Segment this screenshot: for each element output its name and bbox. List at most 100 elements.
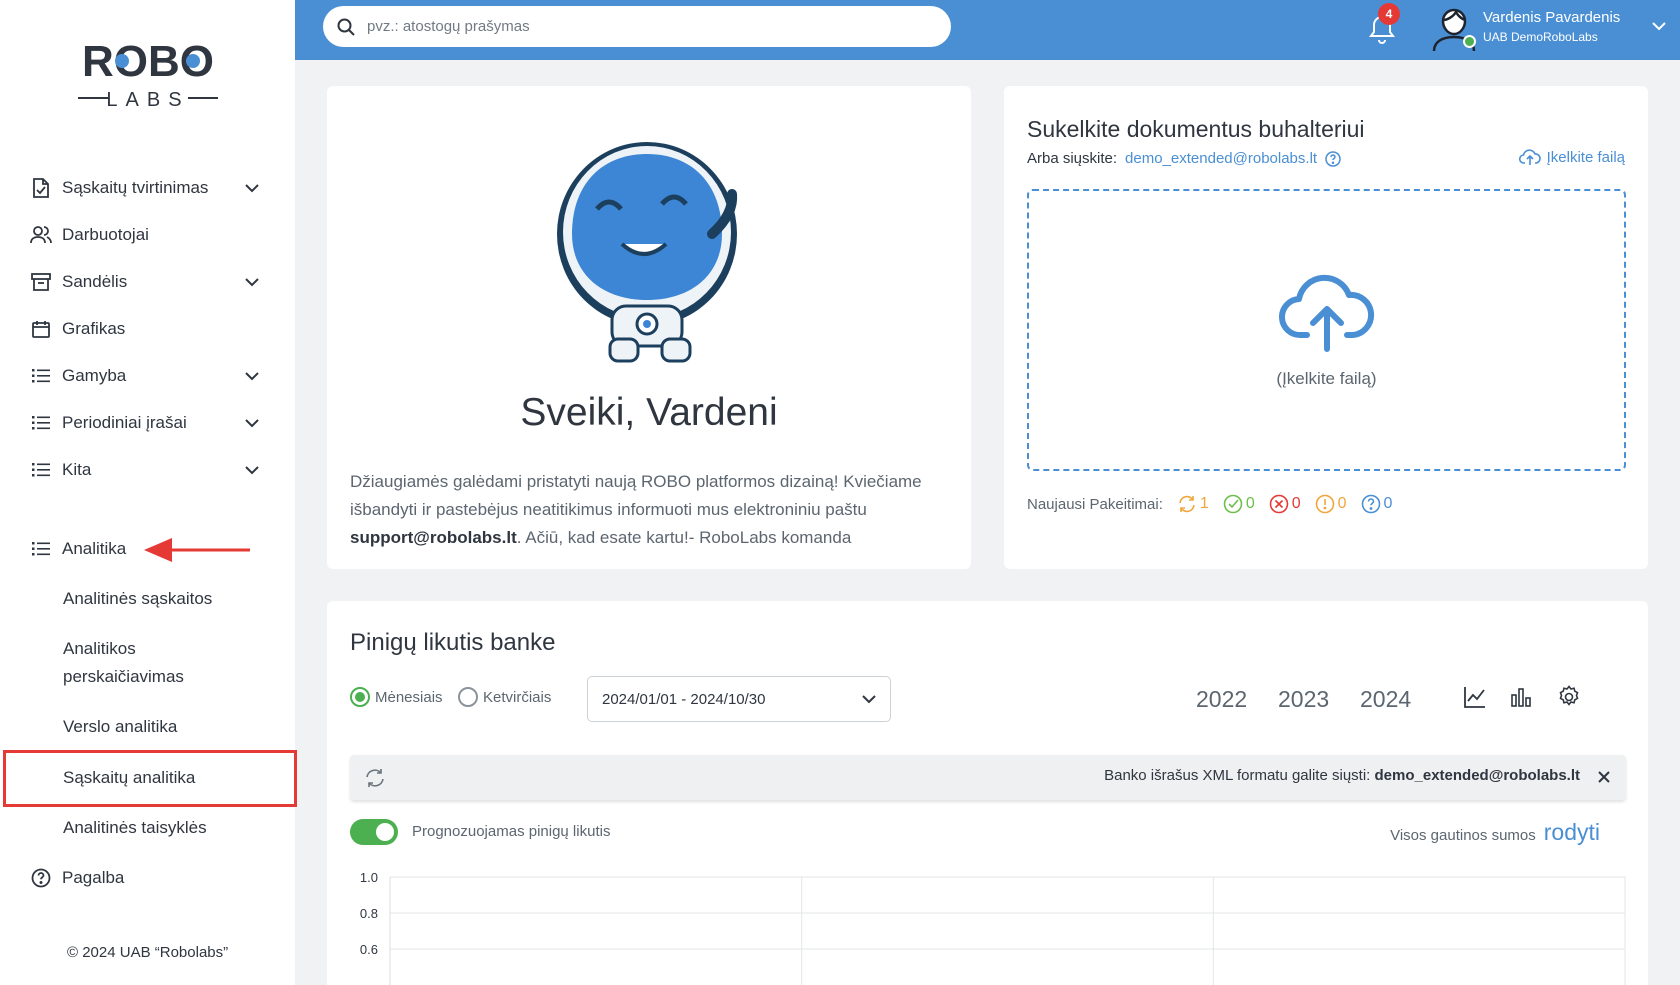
list-icon [30, 459, 52, 481]
change-count: 0 [1337, 495, 1347, 512]
x-circle-icon [1269, 494, 1289, 514]
copyright-text: © 2024 UAB “Robolabs” [67, 944, 229, 961]
show-all-receivables-link[interactable]: rodyti [1544, 819, 1600, 846]
year-2024[interactable]: 2024 [1360, 686, 1411, 713]
chevron-down-icon[interactable] [244, 368, 260, 384]
dropzone-label: (Įkelkite failą) [1276, 369, 1377, 388]
welcome-card: Sveiki, Vardeni Džiaugiamės galėdami pri… [327, 86, 971, 569]
upload-email-row: Arba siųskite: demo_extended@robolabs.lt [1027, 150, 1341, 167]
all-receivables-row: Visos gautinos sumos rodyti [1390, 819, 1600, 846]
bank-balance-card: Pinigų likutis banke Mėnesiais Ketvirčia… [327, 601, 1648, 985]
settings-gear-icon[interactable] [1557, 685, 1581, 709]
sidebar-item-invoice-approval[interactable]: Sąskaitų tvirtinimas [30, 172, 260, 204]
welcome-text-part: . Ačiū, kad esate kartu!- RoboLabs koman… [516, 528, 852, 547]
robolabs-logo[interactable]: ROBO LABS [74, 38, 222, 114]
sidebar-subitem-analytic-rules[interactable]: Analitinės taisyklės [63, 814, 283, 842]
refresh-icon[interactable] [364, 767, 386, 789]
all-receivables-label: Visos gautinos sumos [1390, 827, 1536, 844]
forecast-toggle[interactable] [350, 819, 398, 845]
bank-balance-chart: 1.0 0.8 0.6 [360, 870, 1626, 985]
file-dropzone[interactable]: (Įkelkite failą) [1027, 189, 1626, 471]
check-circle-icon [1223, 494, 1243, 514]
sidebar-item-schedule[interactable]: Grafikas [30, 313, 260, 345]
bank-xml-email[interactable]: demo_extended@robolabs.lt [1375, 767, 1581, 784]
sidebar-item-label: Kita [62, 460, 92, 479]
forecast-toggle-label: Prognozuojamas pinigų likutis [412, 823, 611, 840]
chart-y-tick-label: 0.8 [360, 906, 378, 921]
radio-quarterly[interactable]: Ketvirčiais [458, 687, 551, 707]
radio-label: Mėnesiais [375, 688, 443, 706]
sidebar-item-production[interactable]: Gamyba [30, 360, 260, 392]
line-chart-icon[interactable] [1463, 685, 1487, 709]
search-input[interactable] [367, 18, 927, 35]
info-text-part: Banko išrašus XML formatu galite siųsti: [1104, 767, 1375, 784]
document-check-icon [30, 177, 52, 199]
welcome-title: Sveiki, Vardeni [520, 391, 778, 434]
change-pending[interactable]: 1 [1177, 495, 1209, 513]
change-count: 0 [1383, 495, 1393, 512]
list-icon [30, 365, 52, 387]
sidebar-subitem-business-analytics[interactable]: Verslo analitika [63, 713, 283, 741]
change-count: 1 [1199, 495, 1209, 512]
annotation-arrow [144, 538, 250, 562]
chevron-down-icon[interactable] [244, 415, 260, 431]
search-bar[interactable] [323, 6, 951, 47]
bar-chart-icon[interactable] [1509, 685, 1533, 709]
close-icon[interactable] [1596, 769, 1612, 785]
year-2023[interactable]: 2023 [1278, 686, 1329, 713]
upload-email-link[interactable]: demo_extended@robolabs.lt [1125, 150, 1317, 167]
sidebar-item-warehouse[interactable]: Sandėlis [30, 266, 260, 298]
support-email[interactable]: support@robolabs.lt [350, 528, 517, 547]
cloud-upload-icon [1518, 149, 1541, 165]
year-2022[interactable]: 2022 [1196, 686, 1247, 713]
chart-grid [389, 876, 1626, 985]
user-name[interactable]: Vardenis Pavardenis [1483, 9, 1620, 26]
change-approved[interactable]: 0 [1223, 494, 1255, 514]
archive-box-icon [30, 271, 52, 293]
chevron-down-icon[interactable] [1651, 18, 1667, 34]
radio-monthly[interactable]: Mėnesiais [350, 687, 443, 707]
logo-bottom-text: LABS [106, 89, 189, 111]
question-circle-icon[interactable] [1325, 150, 1341, 167]
question-circle-icon [1361, 494, 1380, 514]
cloud-upload-icon [1279, 274, 1375, 352]
sidebar-item-other[interactable]: Kita [30, 454, 260, 486]
chevron-down-icon[interactable] [244, 274, 260, 290]
sidebar-item-help[interactable]: Pagalba [30, 862, 260, 894]
bank-xml-info-text: Banko išrašus XML formatu galite siųsti:… [1104, 767, 1580, 784]
change-rejected[interactable]: 0 [1269, 494, 1301, 514]
refresh-icon [1179, 495, 1195, 513]
sidebar-subitem-analytic-accounts[interactable]: Analitinės sąskaitos [63, 585, 283, 613]
sidebar-item-label: Periodiniai įrašai [62, 413, 187, 432]
robot-mascot-illustration [557, 142, 738, 363]
sidebar-item-label: Darbuotojai [62, 225, 149, 244]
radio-label: Ketvirčiais [483, 688, 552, 706]
chevron-down-icon [862, 694, 876, 703]
change-count: 0 [1245, 495, 1255, 512]
sidebar-item-label: Pagalba [62, 868, 125, 887]
sidebar-item-label: Sandėlis [62, 272, 128, 291]
date-range-select[interactable]: 2024/01/01 - 2024/10/30 [587, 676, 891, 722]
chevron-down-icon[interactable] [244, 180, 260, 196]
bank-balance-title: Pinigų likutis banke [350, 629, 556, 656]
radio-circle-selected[interactable] [350, 687, 370, 707]
welcome-message: Džiaugiamės galėdami pristatyti naują RO… [350, 468, 950, 552]
notification-count-badge: 4 [1378, 3, 1400, 25]
sidebar-subitem-analytics-recalculation[interactable]: Analitikos perskaičiavimas [63, 635, 223, 691]
send-label: Arba siųskite: [1027, 150, 1118, 167]
online-status-dot [1463, 35, 1476, 48]
sidebar-item-employees[interactable]: Darbuotojai [30, 219, 260, 251]
sidebar-item-periodic-entries[interactable]: Periodiniai įrašai [30, 407, 260, 439]
sidebar-item-label: Gamyba [62, 366, 127, 385]
sidebar-item-label: Sąskaitų tvirtinimas [62, 178, 209, 197]
chart-y-tick-label: 1.0 [360, 870, 378, 885]
chevron-down-icon[interactable] [244, 462, 260, 478]
welcome-text-part: Džiaugiamės galėdami pristatyti naują RO… [350, 472, 922, 519]
change-question[interactable]: 0 [1361, 494, 1393, 514]
list-icon [30, 538, 52, 560]
bank-xml-info-bar: Banko išrašus XML formatu galite siųsti:… [350, 755, 1626, 800]
search-icon [337, 18, 355, 36]
upload-file-link[interactable]: Įkelkite failą [1518, 148, 1625, 166]
radio-circle[interactable] [458, 687, 478, 707]
change-warning[interactable]: 0 [1315, 494, 1347, 514]
